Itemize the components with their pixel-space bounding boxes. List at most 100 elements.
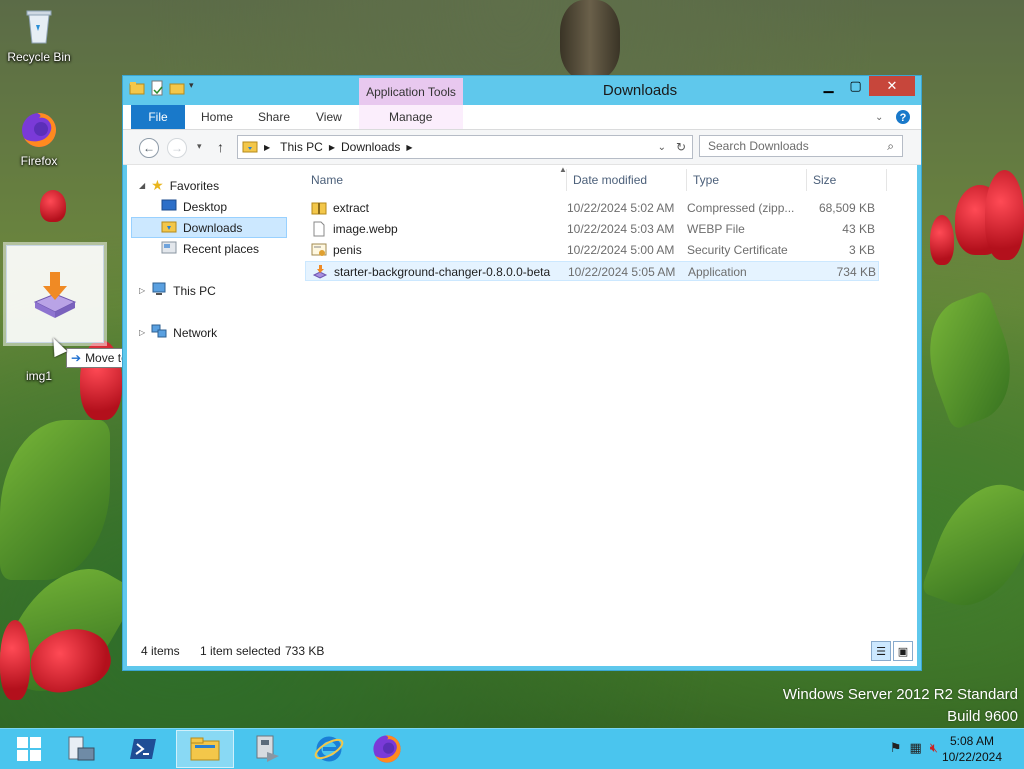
- nav-recent-places[interactable]: Recent places: [161, 238, 259, 259]
- system-clock[interactable]: 5:08 AM 10/22/2024: [942, 733, 1002, 765]
- taskbar: ⚑ ▦ 🔇︎ 5:08 AM 10/22/2024: [0, 728, 1024, 769]
- setup-icon: [256, 735, 279, 762]
- nav-network[interactable]: ▷ Network: [139, 322, 217, 343]
- taskbar-installer[interactable]: [238, 730, 296, 768]
- system-tray: ⚑ ▦ 🔇︎: [890, 740, 938, 756]
- tab-manage[interactable]: Manage: [389, 105, 432, 129]
- breadcrumb-downloads[interactable]: Downloads: [337, 140, 404, 154]
- tab-file[interactable]: File: [131, 105, 185, 129]
- breadcrumb-separator-icon[interactable]: ▶: [327, 143, 337, 152]
- downloads-folder-icon: [161, 218, 177, 237]
- explorer-window[interactable]: ▾ Application Tools Downloads ▁ ▢ ✕ File…: [122, 75, 922, 671]
- file-row[interactable]: image.webp 10/22/2024 5:03 AM WEBP File …: [305, 219, 879, 239]
- volume-muted-icon[interactable]: 🔇︎: [930, 740, 938, 756]
- breadcrumb-this-pc[interactable]: This PC: [276, 140, 327, 154]
- expanded-chevron-icon[interactable]: ◢: [139, 181, 145, 190]
- nav-desktop[interactable]: Desktop: [161, 196, 227, 217]
- installer-icon: [312, 264, 328, 280]
- explorer-content: ◢ ★ Favorites Desktop Downloads Recent p…: [127, 165, 917, 666]
- help-icon[interactable]: ?: [895, 105, 911, 129]
- desktop-icon-label: Firefox: [20, 154, 58, 168]
- selection-size: 733 KB: [285, 644, 325, 658]
- certificate-icon: [311, 242, 327, 258]
- tab-share[interactable]: Share: [258, 105, 290, 129]
- taskbar-file-explorer[interactable]: [176, 730, 234, 768]
- up-arrow-icon[interactable]: ↑: [217, 139, 224, 155]
- star-icon: ★: [151, 177, 164, 193]
- search-input[interactable]: Search Downloads ⌕: [699, 135, 903, 157]
- firefox-icon: [373, 735, 401, 763]
- breadcrumb-separator-icon[interactable]: ▶: [404, 143, 414, 152]
- os-watermark: Windows Server 2012 R2 Standard Build 96…: [782, 686, 1018, 725]
- server-manager-icon: [68, 736, 95, 761]
- navigation-pane: ◢ ★ Favorites Desktop Downloads Recent p…: [127, 165, 291, 636]
- tab-home[interactable]: Home: [201, 105, 233, 129]
- close-button[interactable]: ✕: [869, 76, 915, 96]
- installer-icon: [33, 272, 77, 318]
- network-icon: [151, 323, 167, 342]
- refresh-icon[interactable]: ↻: [676, 140, 686, 154]
- file-icon: [311, 221, 327, 237]
- status-bar: 4 items 1 item selected 733 KB ☰ ▣: [127, 636, 917, 666]
- folder-icon: [242, 138, 258, 157]
- desktop-icon-firefox[interactable]: Firefox: [1, 110, 77, 168]
- column-header-type[interactable]: Type: [687, 169, 807, 191]
- action-center-flag-icon[interactable]: ⚑: [890, 740, 902, 756]
- network-status-icon[interactable]: ▦: [910, 740, 922, 756]
- clock-date: 10/22/2024: [941, 750, 1002, 764]
- ribbon-tabs: File Home Share View Manage ⌄ ?: [123, 105, 921, 130]
- collapsed-chevron-icon[interactable]: ▷: [139, 328, 145, 337]
- column-header-name[interactable]: Name: [305, 169, 567, 191]
- file-explorer-icon: [190, 737, 220, 761]
- maximize-button[interactable]: ▢: [842, 76, 869, 96]
- drag-ghost-preview: [6, 245, 104, 343]
- selection-count: 1 item selected: [200, 644, 281, 658]
- desktop-icon-recycle-bin[interactable]: Recycle Bin: [1, 6, 77, 64]
- powershell-icon: [130, 739, 156, 759]
- search-placeholder: Search Downloads: [708, 139, 809, 153]
- breadcrumb-separator-icon: ▶: [264, 142, 271, 152]
- start-button[interactable]: [0, 730, 58, 768]
- internet-explorer-icon: [314, 736, 344, 762]
- expand-ribbon-chevron-icon[interactable]: ⌄: [875, 105, 883, 129]
- large-icons-view-button[interactable]: ▣: [893, 641, 913, 661]
- file-list: ▲ Name Date modified Type Size extract 1…: [297, 165, 917, 636]
- desktop-icon-label: img1: [25, 369, 52, 383]
- taskbar-firefox[interactable]: [358, 730, 416, 768]
- taskbar-internet-explorer[interactable]: [300, 730, 358, 768]
- nav-downloads[interactable]: Downloads: [131, 217, 287, 238]
- navigation-bar: ← → ▾ ↑ ▶ This PC ▶ Downloads ▶ ⌄ ↻ Sear…: [123, 130, 921, 165]
- file-row-selected[interactable]: starter-background-changer-0.8.0.0-beta …: [305, 261, 879, 281]
- file-row[interactable]: extract 10/22/2024 5:02 AM Compressed (z…: [305, 198, 879, 218]
- item-count: 4 items: [141, 644, 180, 658]
- details-view-button[interactable]: ☰: [871, 641, 891, 661]
- tab-view[interactable]: View: [316, 105, 342, 129]
- nav-favorites[interactable]: ◢ ★ Favorites: [139, 175, 219, 196]
- arrow-right-icon: ➔: [71, 351, 82, 365]
- window-title: Downloads: [602, 82, 678, 99]
- file-row[interactable]: penis 10/22/2024 5:00 AM Security Certif…: [305, 240, 879, 260]
- address-bar[interactable]: ▶ This PC ▶ Downloads ▶ ⌄ ↻: [237, 135, 693, 159]
- address-history-chevron-icon[interactable]: ⌄: [658, 142, 666, 153]
- back-button[interactable]: ←: [139, 138, 159, 158]
- desktop-icon-label: Recycle Bin: [7, 50, 71, 64]
- forward-button[interactable]: →: [167, 138, 187, 158]
- column-header-date-modified[interactable]: Date modified: [567, 169, 687, 191]
- search-icon[interactable]: ⌕: [887, 139, 894, 154]
- desktop-icon-img1[interactable]: img1: [1, 369, 77, 383]
- taskbar-powershell[interactable]: [114, 730, 172, 768]
- nav-this-pc[interactable]: ▷ This PC: [139, 280, 216, 301]
- title-bar[interactable]: ▾ Application Tools Downloads ▁ ▢ ✕: [123, 76, 921, 106]
- recycle-bin-icon: [19, 6, 59, 46]
- minimize-button[interactable]: ▁: [815, 76, 842, 96]
- collapsed-chevron-icon[interactable]: ▷: [139, 286, 145, 295]
- firefox-icon: [19, 110, 59, 150]
- column-header-size[interactable]: Size: [807, 169, 887, 191]
- recent-locations-chevron-icon[interactable]: ▾: [197, 141, 202, 152]
- taskbar-server-manager[interactable]: [52, 730, 110, 768]
- clock-time: 5:08 AM: [949, 734, 994, 748]
- windows-logo-icon: [17, 737, 41, 761]
- zip-folder-icon: [311, 200, 327, 216]
- computer-icon: [151, 281, 167, 300]
- svg-text:?: ?: [900, 112, 907, 124]
